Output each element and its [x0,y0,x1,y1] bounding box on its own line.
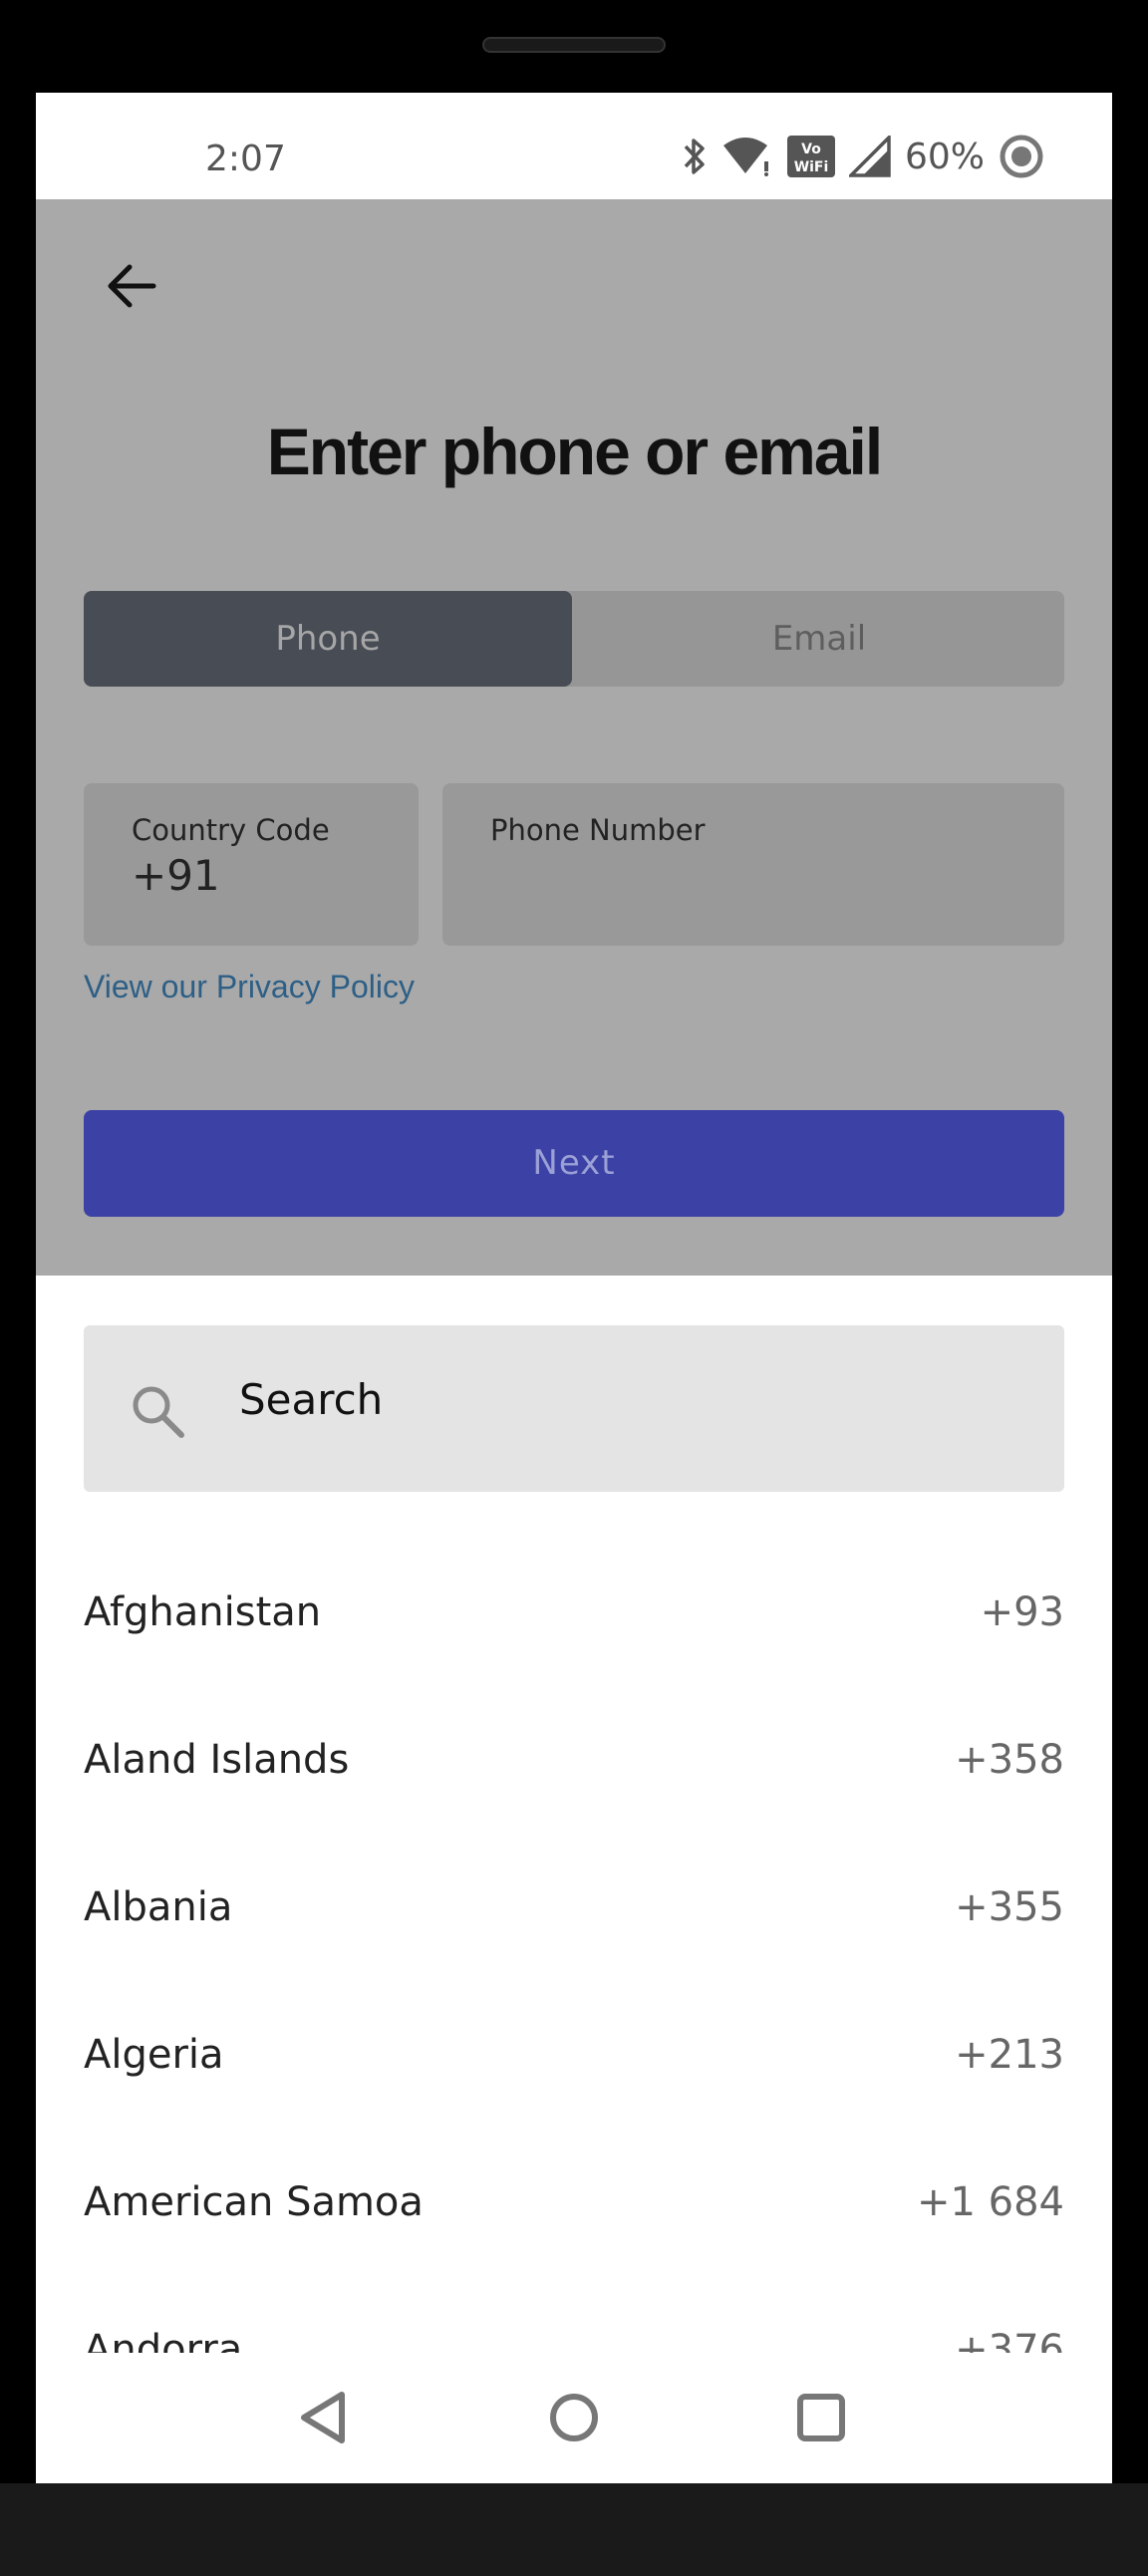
country-code-value: +91 [132,851,220,900]
vowifi-top-text: Vo [801,142,821,157]
country-search-input[interactable]: Search [84,1325,1064,1492]
page-title: Enter phone or email [266,415,883,488]
search-icon [133,1386,184,1438]
nav-home-button[interactable] [539,2383,609,2452]
cell-signal-icon [848,136,891,177]
square-recents-icon [797,2394,845,2441]
country-row-american-samoa[interactable]: American Samoa +1 684 [84,2129,1064,2276]
country-dial-code: +376 [955,2327,1064,2353]
tab-email[interactable]: Email [574,591,1064,687]
country-code-field[interactable]: Country Code +91 [84,783,419,946]
system-nav-bar [36,2353,1112,2483]
country-row-aland-islands[interactable]: Aland Islands +358 [84,1686,1064,1834]
country-name: American Samoa [84,2179,424,2225]
device-bottom-bezel [0,2483,1148,2576]
circle-home-icon [550,2394,598,2441]
nav-back-button[interactable] [290,2383,360,2452]
status-icons: Vo WiFi 60% [682,133,1044,180]
country-code-label: Country Code [132,813,330,847]
arrow-left-icon [108,264,156,308]
phone-number-field[interactable]: Phone Number [442,783,1064,946]
country-dial-code: +93 [980,1589,1064,1635]
country-dial-code: +1 684 [916,2179,1064,2225]
back-button[interactable] [100,254,163,318]
nav-recents-button[interactable] [786,2383,856,2452]
next-button[interactable]: Next [84,1110,1064,1217]
country-name: Albania [84,1884,233,1930]
privacy-policy-link[interactable]: View our Privacy Policy [84,969,415,1005]
speaker-grille [482,37,666,53]
country-dial-code: +358 [955,1737,1064,1783]
country-list: Afghanistan +93 Aland Islands +358 Alban… [84,1539,1064,2353]
status-bar: 2:07 Vo WiFi 60% [36,93,1112,199]
status-time: 2:07 [205,139,286,179]
country-row-andorra[interactable]: Andorra +376 [84,2276,1064,2353]
screen: 2:07 Vo WiFi 60% Enter phone or email Ph… [36,93,1112,2483]
triangle-back-icon [301,2392,345,2443]
device-frame: 2:07 Vo WiFi 60% Enter phone or email Ph… [0,0,1148,2576]
vowifi-bottom-text: WiFi [794,159,829,175]
battery-percent: 60% [904,136,985,177]
country-row-albania[interactable]: Albania +355 [84,1834,1064,1981]
phone-number-label: Phone Number [490,813,706,847]
bluetooth-icon [682,136,708,177]
tab-phone[interactable]: Phone [84,591,572,687]
login-screen-dimmed: Enter phone or email Phone Email Country… [36,199,1112,1276]
wifi-icon [721,136,773,177]
country-row-algeria[interactable]: Algeria +213 [84,1981,1064,2129]
country-dial-code: +213 [955,2032,1064,2078]
phone-email-toggle: Phone Email [84,591,1064,687]
battery-icon [999,134,1044,179]
country-name: Afghanistan [84,1589,322,1635]
search-placeholder: Search [239,1375,384,1424]
country-picker-sheet: Search Afghanistan +93 Aland Islands +35… [36,1276,1112,2353]
country-name: Algeria [84,2032,224,2078]
country-name: Andorra [84,2327,243,2353]
country-dial-code: +355 [955,1884,1064,1930]
country-row-afghanistan[interactable]: Afghanistan +93 [84,1539,1064,1686]
vowifi-icon: Vo WiFi [786,136,835,177]
country-name: Aland Islands [84,1737,350,1783]
